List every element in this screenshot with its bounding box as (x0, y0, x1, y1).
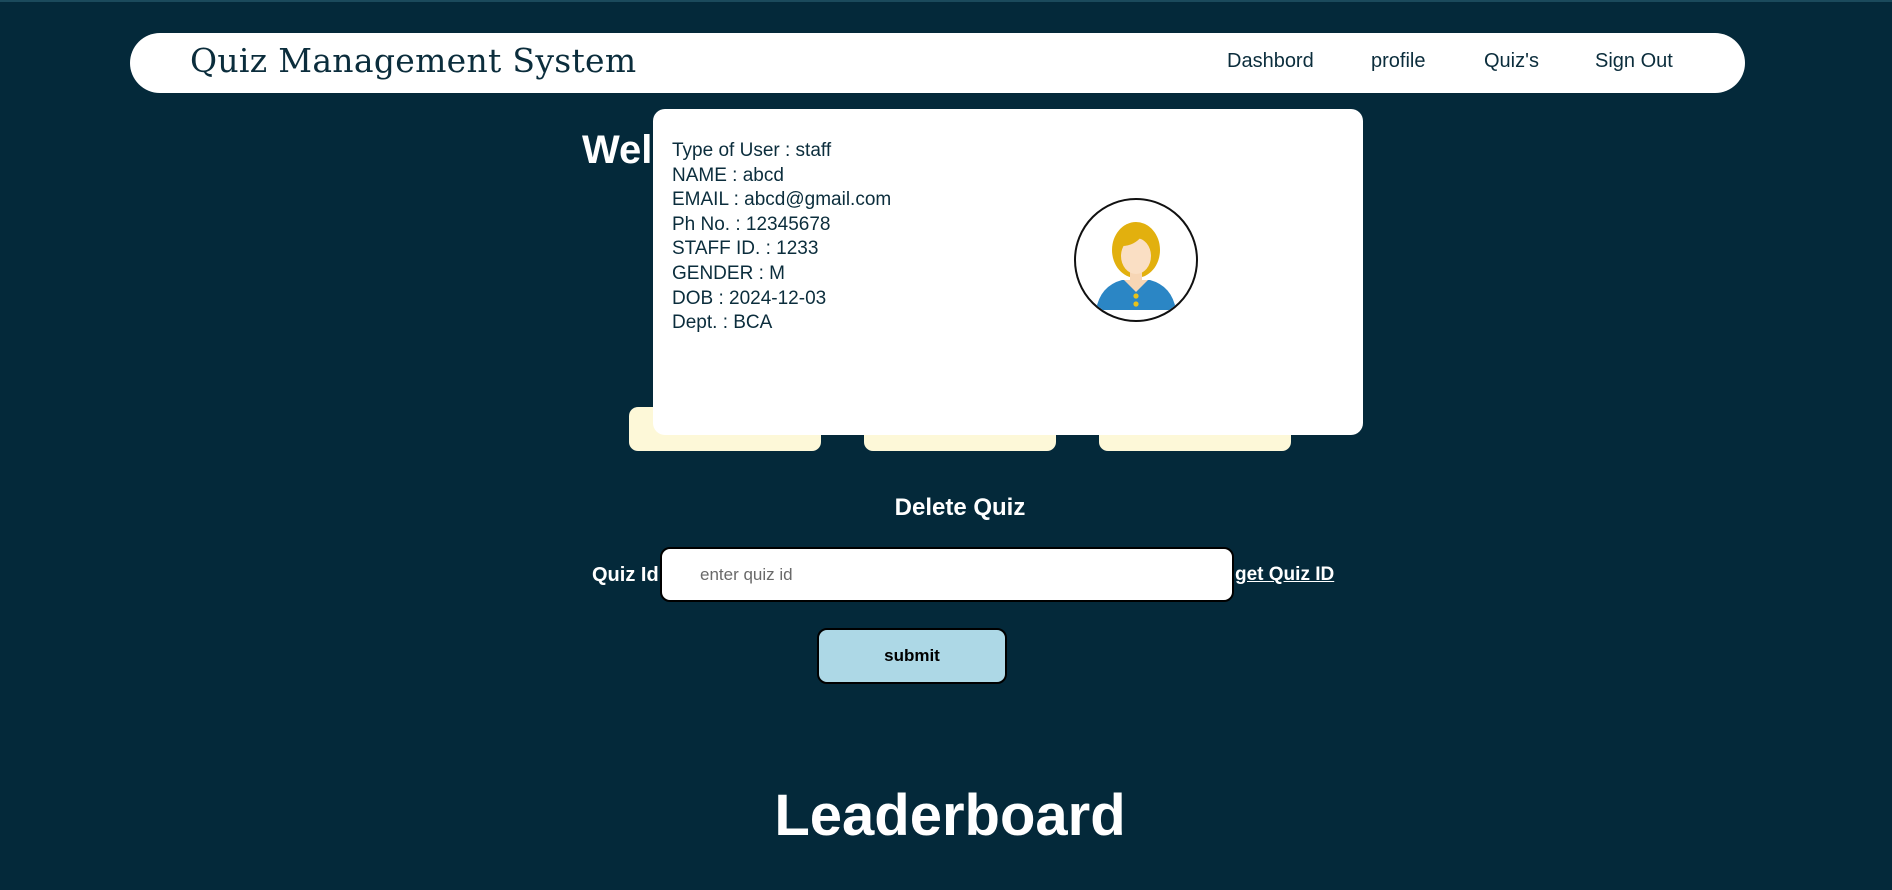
get-quiz-id-link[interactable]: get Quiz ID (1235, 564, 1334, 586)
delete-quiz-title: Delete Quiz (894, 494, 1026, 521)
user-email: EMAIL : abcd@gmail.com (672, 189, 892, 211)
user-department: Dept. : BCA (672, 312, 773, 334)
user-dob: DOB : 2024-12-03 (672, 287, 827, 309)
leaderboard-heading: Leaderboard (774, 783, 1126, 848)
submit-button[interactable]: submit (817, 628, 1007, 684)
nav-link-quizzes[interactable]: Quiz's (1484, 50, 1539, 73)
nav-link-sign-out[interactable]: Sign Out (1595, 50, 1673, 73)
quiz-id-label: Quiz Id (592, 564, 659, 586)
nav-link-profile[interactable]: profile (1371, 50, 1425, 73)
profile-info-list: Type of User : staff NAME : abcd EMAIL :… (672, 139, 891, 336)
nav-link-dashboard[interactable]: Dashbord (1227, 50, 1314, 73)
brand-title: Quiz Management System (190, 41, 637, 80)
page: Quiz Management System Dashbord profile … (0, 0, 1892, 890)
quiz-id-input[interactable] (660, 547, 1234, 602)
user-name: NAME : abcd (672, 164, 784, 186)
user-avatar-icon (1074, 198, 1198, 322)
user-type: Type of User : staff (672, 140, 832, 161)
navbar: Quiz Management System Dashbord profile … (130, 33, 1745, 93)
user-gender: GENDER : M (672, 262, 785, 284)
profile-popup: Type of User : staff NAME : abcd EMAIL :… (653, 109, 1363, 435)
staff-id: STAFF ID. : 1233 (672, 238, 819, 260)
user-phone: Ph No. : 12345678 (672, 213, 831, 235)
